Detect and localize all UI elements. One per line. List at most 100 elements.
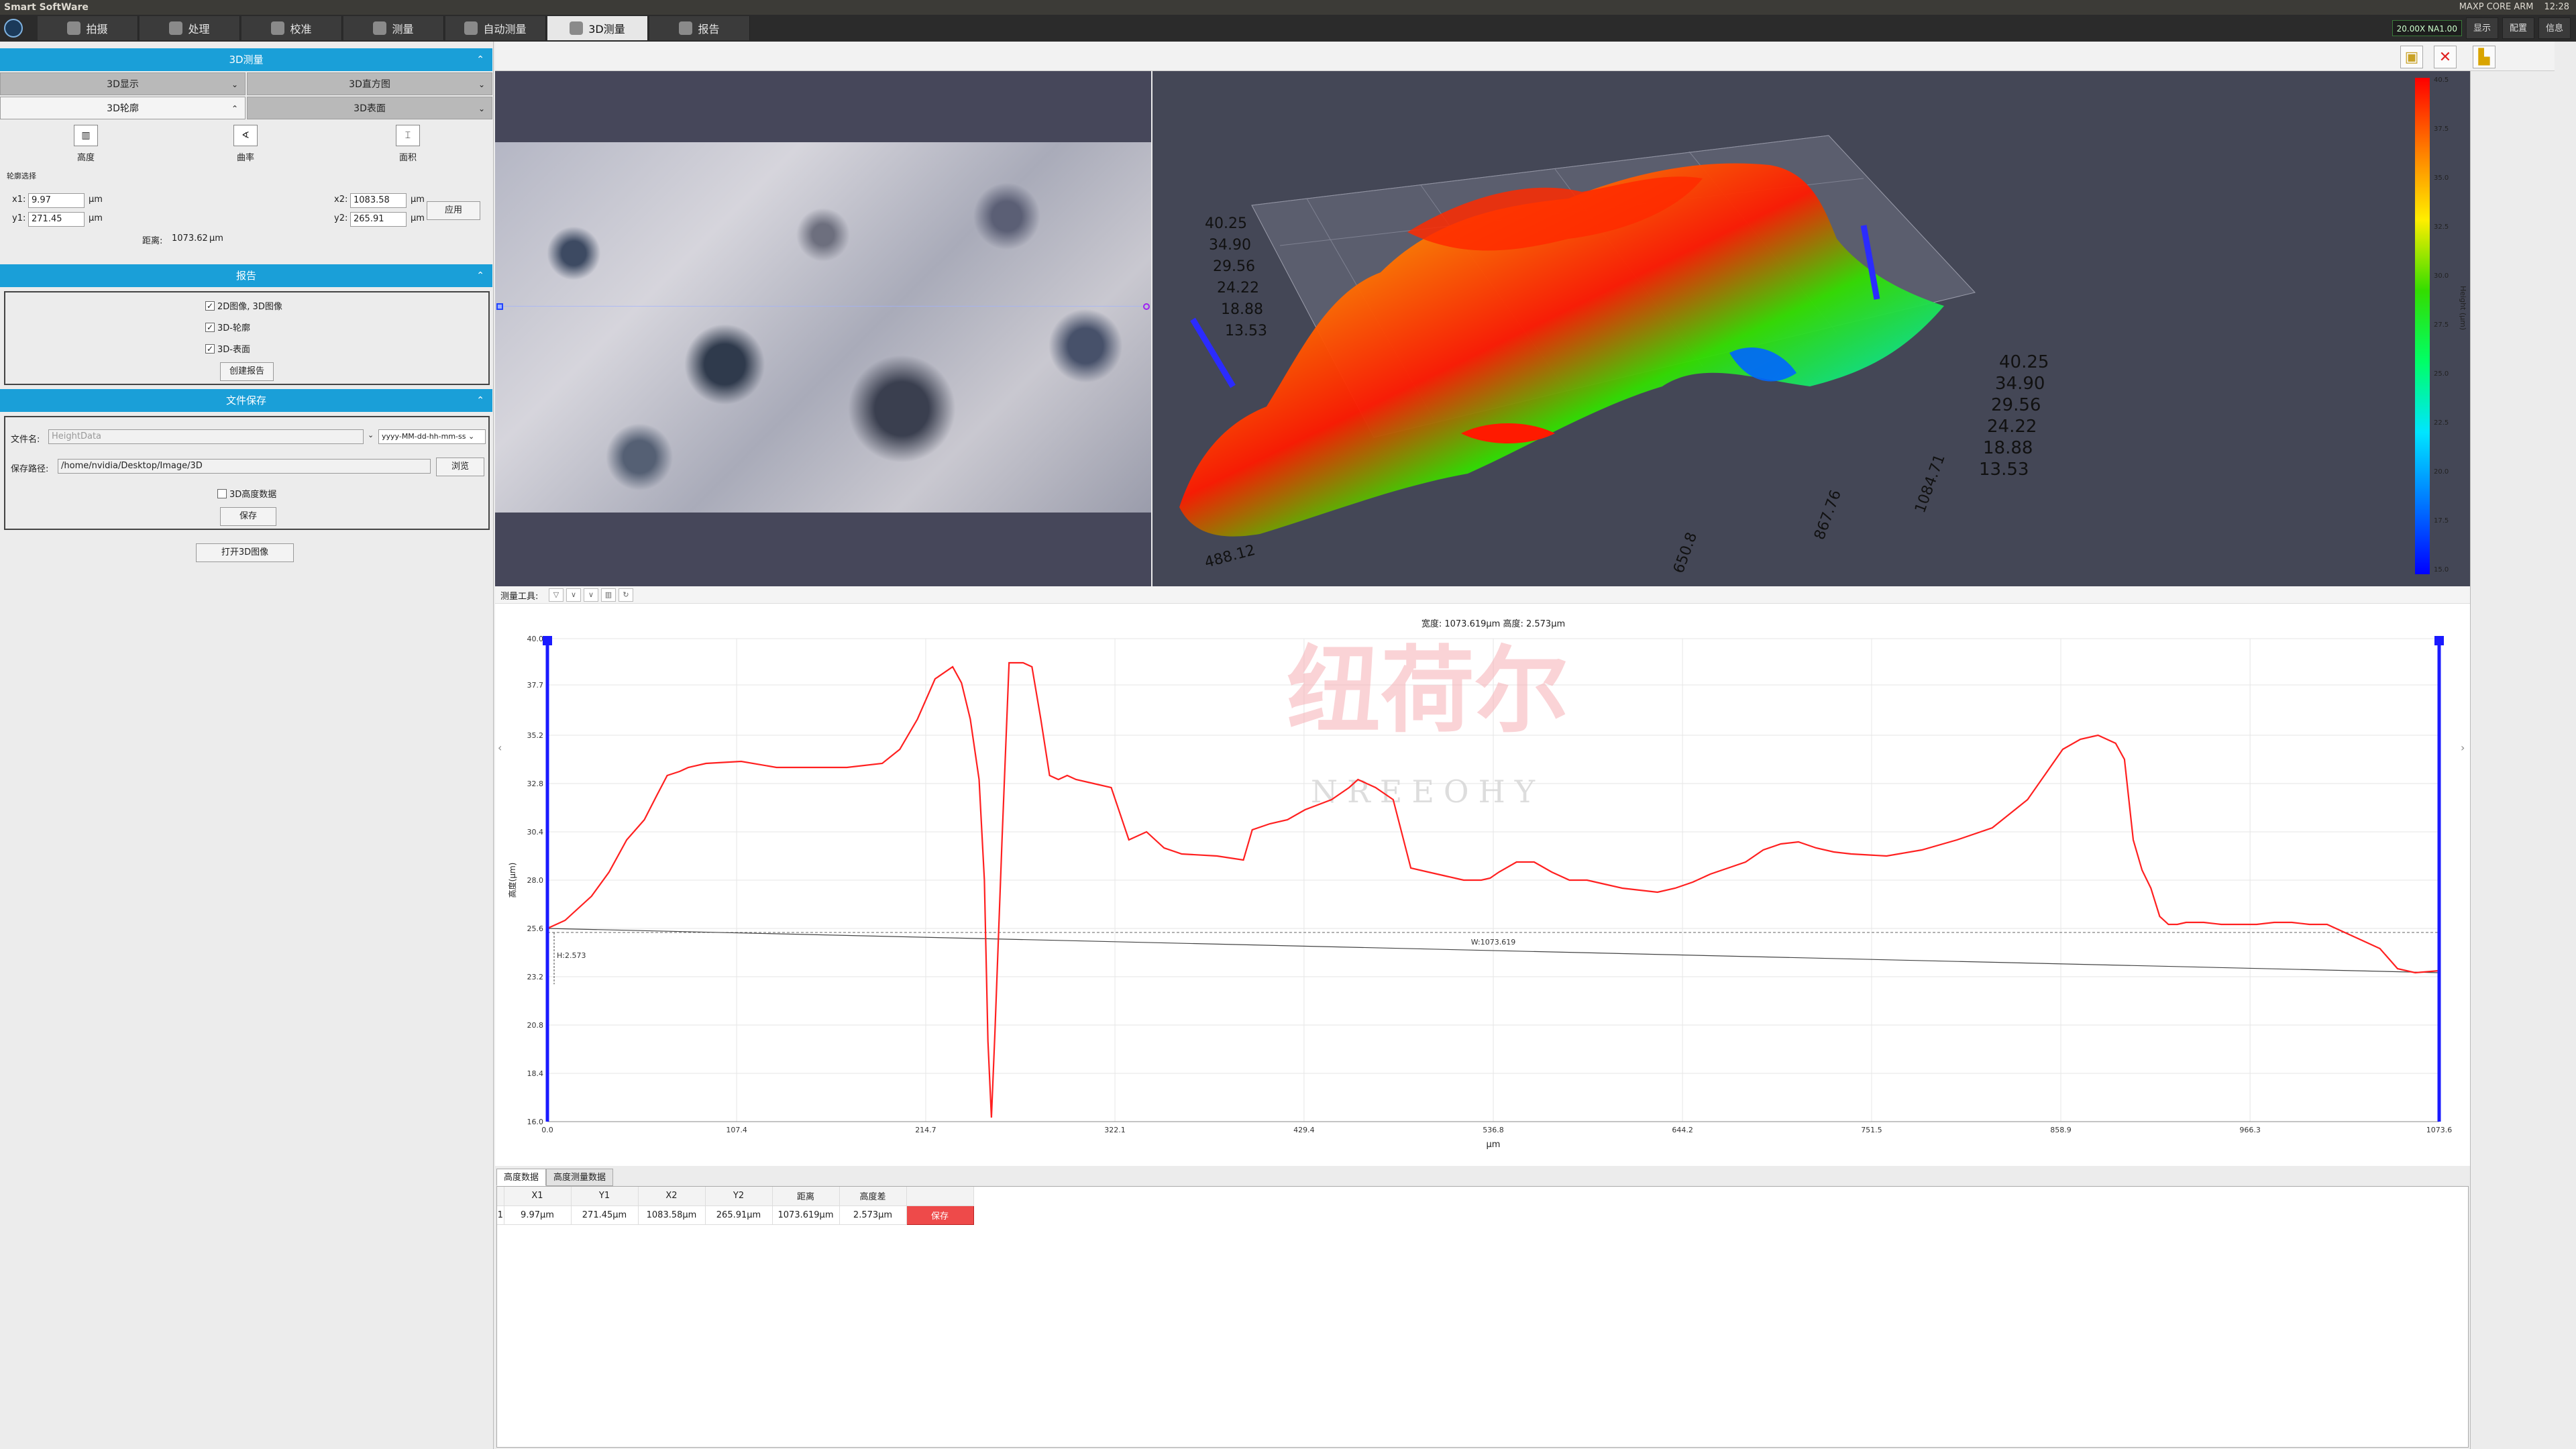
table-header[interactable]: Y2 (705, 1187, 773, 1206)
table-header[interactable]: Y1 (571, 1187, 639, 1206)
measure-toolbar-label: 测量工具: (500, 592, 539, 602)
colorbar (2415, 78, 2430, 574)
delete-icon[interactable]: ▥ (601, 588, 616, 602)
apply-button[interactable]: 应用 (427, 201, 480, 220)
save-button[interactable]: 保存 (220, 507, 276, 526)
config-button[interactable]: 配置 (2502, 17, 2534, 39)
folder-icon[interactable]: ▙ (2473, 46, 2496, 68)
gpu-label: MAXP CORE ARM (2459, 2, 2534, 12)
create-report-button[interactable]: 创建报告 (220, 362, 274, 381)
view-toolbar: ▣ ✕ ▙ (495, 42, 2555, 71)
table-header[interactable]: 高度差 (839, 1187, 907, 1206)
filesave-header[interactable]: 文件保存 ⌃ (0, 389, 492, 412)
z-tick-right: 29.56 (1991, 395, 2041, 415)
tab-3d-measure[interactable]: 3D测量 (547, 16, 648, 40)
table-cell: 9.97µm (504, 1205, 572, 1225)
profile-end-handle[interactable] (1143, 303, 1150, 310)
check-2d-3d-image[interactable]: ✓ 2D图像, 3D图像 (205, 299, 282, 312)
tab-measure[interactable]: 测量 (343, 16, 444, 40)
check-3d-contour[interactable]: ✓ 3D-轮廓 (205, 321, 250, 333)
watermark-cn: 纽荷尔 (1287, 637, 1568, 746)
tool-curvature[interactable]: ∢ 曲率 (225, 125, 266, 163)
height-annotation: H:2.573 (557, 951, 586, 960)
table-header[interactable]: X2 (638, 1187, 706, 1206)
tab-height-data[interactable]: 高度数据 (496, 1169, 547, 1186)
image-2d-view[interactable] (495, 71, 1151, 586)
info-button[interactable]: 信息 (2538, 17, 2571, 39)
chevron-right-icon[interactable]: › (2461, 741, 2465, 754)
tab-height-measure-data[interactable]: 高度测量数据 (546, 1169, 614, 1186)
btn-3d-surface[interactable]: 3D表面 ⌄ (247, 97, 492, 119)
tool-area[interactable]: ⌶ 面积 (388, 125, 428, 163)
tool-height[interactable]: ▥ 高度 (66, 125, 106, 163)
x2-field[interactable]: 1083.58 (350, 193, 407, 208)
filename-input[interactable]: HeightData (48, 429, 364, 444)
image-3d-view[interactable]: 40.25 34.90 29.56 24.22 18.88 13.53 40.25 34.9… (1152, 71, 2470, 586)
close-icon[interactable]: ✕ (2434, 46, 2457, 68)
check-3d-surface[interactable]: ✓ 3D-表面 (205, 342, 250, 355)
table-header[interactable] (906, 1187, 974, 1206)
x1-field[interactable]: 9.97 (28, 193, 85, 208)
left-cursor-handle[interactable] (543, 636, 552, 645)
table-cell: 271.45µm (571, 1205, 639, 1225)
y2-unit: µm (411, 213, 425, 223)
btn-3d-display[interactable]: 3D显示 ⌄ (0, 72, 246, 95)
angle-tool-icon[interactable]: ∨ (566, 588, 581, 602)
x-tick-label: 107.4 (726, 1126, 747, 1134)
calibrate-icon (271, 21, 285, 35)
tab-report[interactable]: 报告 (649, 16, 750, 40)
browse-button[interactable]: 浏览 (436, 458, 484, 476)
x-tick-3d: 867.76 (1811, 488, 1845, 542)
main-tab-bar: 拍摄 处理 校准 测量 自动测量 3D测量 报告 20.00X NA1.00 显示 配置 信… (0, 15, 2576, 42)
table-cell: 1 (497, 1205, 504, 1225)
display-button[interactable]: 显示 (2465, 17, 2498, 39)
y2-field[interactable]: 265.91 (350, 212, 407, 227)
colorbar-tick: 40.5 (2434, 76, 2449, 84)
check-3d-height-data[interactable]: 3D高度数据 (217, 487, 276, 500)
distance-unit: µm (209, 233, 223, 244)
tab-image-process[interactable]: 处理 (140, 16, 240, 40)
tab-calibrate[interactable]: 校准 (241, 16, 342, 40)
x-tick-3d: 1084.71 (1912, 452, 1949, 515)
profile-line[interactable] (500, 306, 1148, 307)
z-tick-left: 34.90 (1209, 237, 1251, 254)
table-row[interactable]: 1 9.97µm 271.45µm 1083.58µm 265.91µm 1073.619… (497, 1205, 974, 1225)
tab-auto-measure[interactable]: 自动测量 (445, 16, 546, 40)
y-tick-label: 23.2 (527, 973, 544, 981)
line-tool-icon[interactable]: ▽ (549, 588, 564, 602)
chevron-left-icon[interactable]: ‹ (498, 741, 502, 754)
table-header[interactable]: 距离 (772, 1187, 840, 1206)
table-header[interactable]: X1 (504, 1187, 572, 1206)
profile-chart[interactable]: 16.0 18.4 20.8 23.2 25.6 28.0 30.4 32.8 35.2 37.7… (495, 604, 2470, 1166)
y2-label: y2: (334, 213, 348, 223)
x-tick-label: 429.4 (1293, 1126, 1315, 1134)
clock: 12:28 (2544, 2, 2569, 12)
y-tick-label: 20.8 (527, 1021, 544, 1030)
report-header[interactable]: 报告 ⌃ (0, 264, 492, 287)
save-file-icon[interactable]: ▣ (2400, 46, 2423, 68)
height-tool-icon[interactable]: ∨ (584, 588, 598, 602)
x-tick-label: 536.8 (1483, 1126, 1504, 1134)
y1-field[interactable]: 271.45 (28, 212, 85, 227)
right-cursor-handle[interactable] (2434, 636, 2444, 645)
profile-start-handle[interactable] (496, 303, 503, 310)
btn-3d-contour[interactable]: 3D轮廓 ⌃ (0, 97, 246, 119)
app-logo-icon[interactable] (4, 19, 23, 38)
height-icon: ▥ (74, 125, 98, 146)
btn-3d-histogram[interactable]: 3D直方图 ⌄ (247, 72, 492, 95)
row-save-button[interactable]: 保存 (906, 1205, 974, 1225)
tab-camera[interactable]: 拍摄 (38, 16, 138, 40)
app-window: Smart SoftWare MAXP CORE ARM 12:28 拍摄 处理 校… (0, 0, 2576, 1449)
measure3d-header[interactable]: 3D测量 ⌃ (0, 48, 492, 71)
y-tick-label: 35.2 (527, 731, 544, 740)
x-tick-3d: 488.12 (1203, 542, 1257, 572)
surface-3d-plot: 40.2534.9029.5624.2218.8813.53 40.2534.9… (1179, 76, 2467, 576)
table-header[interactable] (497, 1187, 504, 1206)
refresh-icon[interactable]: ↻ (619, 588, 633, 602)
table-cell: 1083.58µm (638, 1205, 706, 1225)
x-tick-label: 322.1 (1104, 1126, 1126, 1134)
open-3d-image-button[interactable]: 打开3D图像 (196, 543, 294, 562)
filename-format-select[interactable]: yyyy-MM-dd-hh-mm-ss ⌄ (378, 429, 486, 444)
path-input[interactable]: /home/nvidia/Desktop/Image/3D (58, 459, 431, 474)
measurement-table: X1 Y1 X2 Y2 距离 高度差 1 9.97µm 271.45µm 1083.58µm 26… (496, 1186, 2469, 1448)
